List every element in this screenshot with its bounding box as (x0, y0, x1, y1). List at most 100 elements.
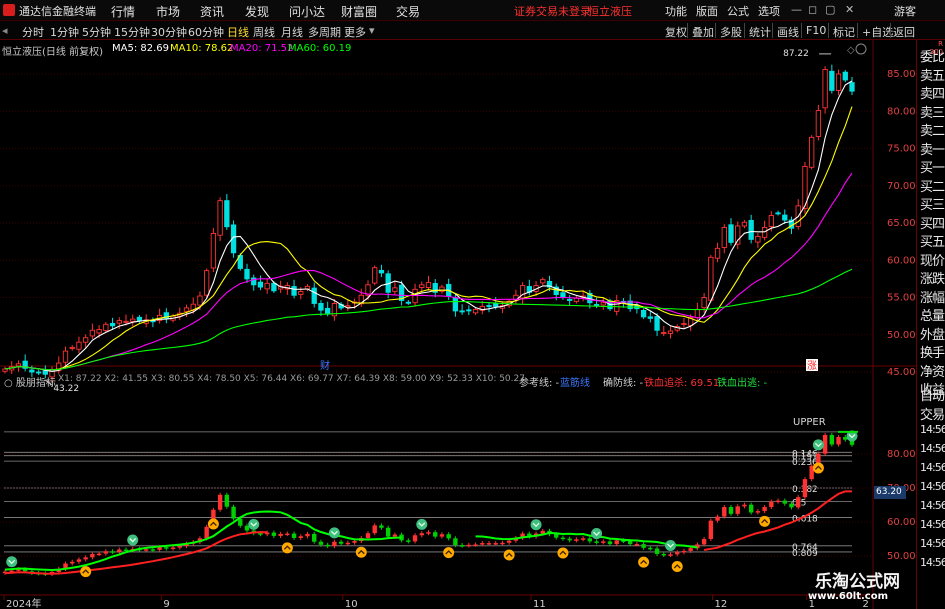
restore-icon[interactable]: ◻ (808, 3, 817, 16)
trade-tick-1[interactable]: 交易 (920, 404, 945, 423)
panel-toggle-icon[interactable]: ◂ (2, 24, 8, 37)
ind-candle-body (298, 536, 303, 538)
sell-signal-icon (328, 527, 340, 539)
ind-candle-body (345, 542, 351, 545)
tool-add-watchlist[interactable]: +自选 (862, 24, 893, 40)
maximize-icon[interactable]: ▢ (825, 3, 835, 16)
candle-body (83, 337, 89, 343)
ind-candle-body (567, 538, 572, 541)
kline-chart[interactable]: 0.1460.1910.2360.3820.50.6180.7640.809 8… (0, 40, 916, 609)
candle-body (257, 281, 264, 288)
quote-field-12: 涨跌 (920, 272, 945, 287)
period-tab-30min[interactable]: 30分钟 (151, 24, 187, 40)
app-logo-icon (3, 4, 15, 16)
ind-candle-body (587, 538, 593, 542)
quote-field-17: 净资 (920, 364, 945, 380)
trade-tick-0[interactable]: 自动 (920, 385, 945, 404)
candle-body (748, 220, 754, 240)
ma5-readout: MA5: 82.69 (112, 43, 170, 54)
chevron-down-icon[interactable]: ▾ (369, 24, 375, 37)
ind-candle-body (789, 503, 794, 508)
tool-back[interactable]: 返回 (893, 24, 915, 40)
period-tab-timeshare[interactable]: 分时 (22, 24, 44, 40)
ind-candle-body (668, 554, 673, 556)
event-mark-rise[interactable]: 涨 (807, 360, 817, 372)
ind-candle-body (90, 553, 95, 558)
date-axis-label: 12 (715, 599, 728, 609)
trade-tick-3: 14:56 (920, 442, 945, 455)
tool-statistics[interactable]: 统计 (749, 24, 771, 40)
tool-mark[interactable]: 标记 (833, 24, 855, 40)
candle-body (452, 297, 459, 312)
candle-body (701, 297, 707, 309)
guest-user-label[interactable]: 游客 (894, 3, 916, 19)
broker-login-status[interactable]: 证券交易未登录 (514, 3, 591, 19)
current-stock-name: 恒立液压 (588, 5, 632, 18)
ind-candle-body (312, 533, 317, 542)
ind-candle-body (742, 504, 747, 507)
ind-candle-body (453, 538, 458, 546)
period-tab-multi[interactable]: 多周期 (308, 24, 341, 40)
period-tab-1min[interactable]: 1分钟 (50, 24, 79, 40)
ind-candle-body (224, 494, 230, 507)
period-tab-5min[interactable]: 5分钟 (82, 24, 111, 40)
period-tab-daily[interactable]: 日线 (227, 24, 249, 40)
candle-body (741, 221, 748, 227)
chart-area[interactable]: 0.1460.1910.2360.3820.50.6180.7640.809 8… (0, 40, 916, 609)
ind-candle-body (352, 541, 357, 543)
ind-candle-body (796, 497, 801, 508)
menu-quotes[interactable]: 行情 (111, 3, 135, 20)
quote-field-14: 总量 (920, 309, 945, 324)
ind-candle-body (258, 533, 263, 535)
candle-body (822, 69, 828, 109)
tool-restore-rights[interactable]: 复权 (665, 24, 687, 40)
trade-tick-2: 14:56 (920, 423, 945, 436)
close-icon[interactable]: ✕ (845, 3, 854, 16)
candle-body (96, 329, 102, 334)
period-tab-weekly[interactable]: 周线 (253, 24, 275, 40)
ind-candle-body (177, 546, 182, 548)
menu-market[interactable]: 市场 (156, 3, 180, 20)
toolbar-layout[interactable]: 版面 (696, 3, 718, 19)
period-tab-monthly[interactable]: 月线 (281, 24, 303, 40)
tool-multi-stock[interactable]: 多股 (720, 24, 742, 40)
candle-body (835, 73, 842, 91)
candle-body (708, 256, 714, 301)
period-tab-more[interactable]: 更多 (344, 24, 366, 40)
menu-ask-xiaoda[interactable]: 问小达 (289, 3, 325, 20)
toolbar-function[interactable]: 功能 (665, 3, 687, 19)
ind-candle-body (480, 543, 485, 545)
sell-signal-icon (416, 518, 428, 530)
menu-trade[interactable]: 交易 (396, 3, 420, 20)
indicator-name: 股朋指标 (15, 378, 56, 389)
menu-discover[interactable]: 发现 (245, 3, 269, 20)
period-tab-60min[interactable]: 60分钟 (188, 24, 224, 40)
candle-body (667, 330, 674, 334)
candle-body (264, 282, 270, 290)
toolbar-formula[interactable]: 公式 (727, 3, 749, 19)
ind-candle-body (143, 549, 149, 551)
event-mark-finance[interactable]: 财 (320, 359, 330, 372)
candle-body (647, 316, 653, 319)
candle-body (204, 270, 210, 296)
tool-draw-line[interactable]: 画线 (777, 24, 799, 40)
tool-f10[interactable]: F10 (806, 24, 826, 37)
quote-field-1: 卖五 (920, 68, 945, 84)
toolbar-options[interactable]: 选项 (758, 3, 780, 19)
ind-candle-body (419, 533, 424, 536)
price-axis-label: 65.00 (887, 218, 916, 229)
ind-candle-body (426, 532, 431, 534)
minimize-icon[interactable]: — (791, 3, 802, 16)
app-window: { "app":{"title":"通达信金融终端","guest":"游客"}… (0, 0, 945, 609)
menu-news[interactable]: 资讯 (200, 3, 224, 20)
ind-candle-body (627, 541, 633, 545)
tool-overlay[interactable]: 叠加 (692, 24, 714, 40)
menu-wealth-circle[interactable]: 财富圈 (341, 3, 377, 20)
candle-body (728, 224, 734, 243)
ind-candle-body (372, 525, 377, 534)
candle-body (600, 302, 606, 306)
period-tab-15min[interactable]: 15分钟 (114, 24, 150, 40)
settings-icon[interactable]: ◇ (847, 45, 855, 56)
sell-signal-icon (6, 556, 18, 568)
ind-candle-body (117, 549, 122, 552)
